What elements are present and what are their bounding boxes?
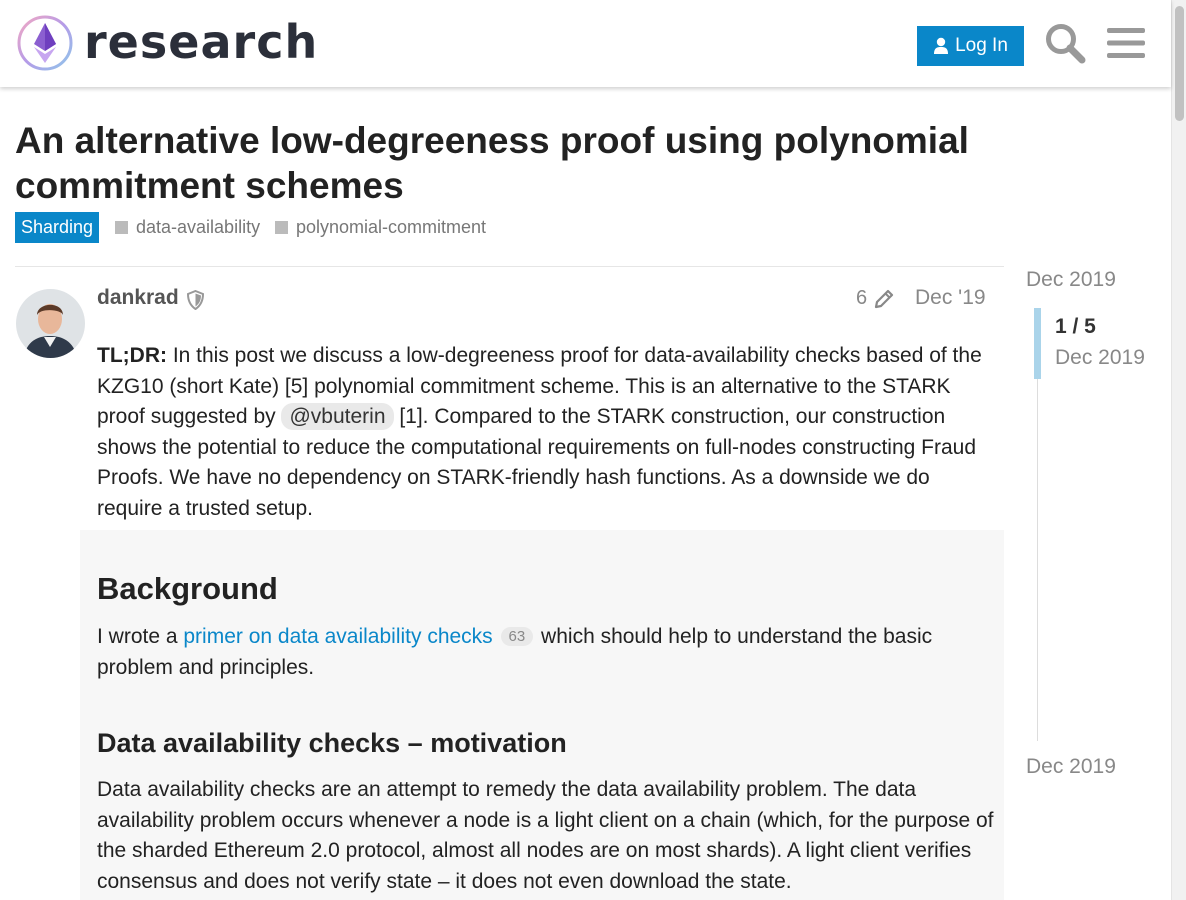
search-icon[interactable] [1044,22,1086,64]
heading-background: Background [97,571,278,606]
login-button[interactable]: Log In [917,26,1024,66]
primer-link[interactable]: primer on data availability checks [183,625,492,648]
background-text-a: I wrote a [97,625,184,648]
timeline-start-date[interactable]: Dec 2019 [1026,268,1116,292]
post-paragraph-tldr: TL;DR: In this post we discuss a low-deg… [97,341,997,525]
post-paragraph-motivation: Data availability checks are an attempt … [97,778,994,893]
tag-label: data-availability [136,217,261,237]
page-scrollbar[interactable] [1171,0,1186,900]
timeline-end-date[interactable]: Dec 2019 [1026,755,1116,779]
topic-title[interactable]: An alternative low-degreeness proof usin… [15,118,1015,208]
post-paragraph-background: I wrote a primer on data availability ch… [97,622,997,683]
category-badge-sharding[interactable]: Sharding [15,212,100,243]
scrollbar-thumb[interactable] [1175,6,1184,121]
avatar[interactable] [16,289,85,358]
site-header: research Log In [0,0,1171,87]
edit-history-button[interactable]: 6 [856,287,895,310]
tag-square-icon [115,220,128,234]
login-button-label: Log In [955,35,1008,56]
timeline-scroll-handle[interactable] [1034,308,1041,379]
tag-data-availability[interactable]: data-availability [115,217,260,237]
mention-vbuterin[interactable]: @vbuterin [281,403,394,431]
shield-icon [186,289,205,311]
user-icon [934,37,949,54]
heading-motivation: Data availability checks – motivation [97,728,567,758]
pencil-icon [875,289,894,308]
edit-count: 6 [856,287,868,309]
post-author-username[interactable]: dankrad [97,286,179,310]
site-logo-text[interactable]: research [84,14,318,70]
tag-square-icon [275,220,288,234]
title-divider [15,266,1004,267]
timeline-current-date: Dec 2019 [1055,346,1145,369]
tldr-label: TL;DR: [97,344,167,367]
hamburger-menu-icon[interactable] [1107,26,1145,60]
timeline-position: 1 / 5 [1055,315,1096,338]
ethereum-research-logo[interactable] [16,14,74,72]
post-date[interactable]: Dec '19 [915,286,986,310]
link-click-count: 63 [500,627,534,646]
tag-polynomial-commitment[interactable]: polynomial-commitment [275,217,486,237]
tag-label: polynomial-commitment [296,217,487,237]
